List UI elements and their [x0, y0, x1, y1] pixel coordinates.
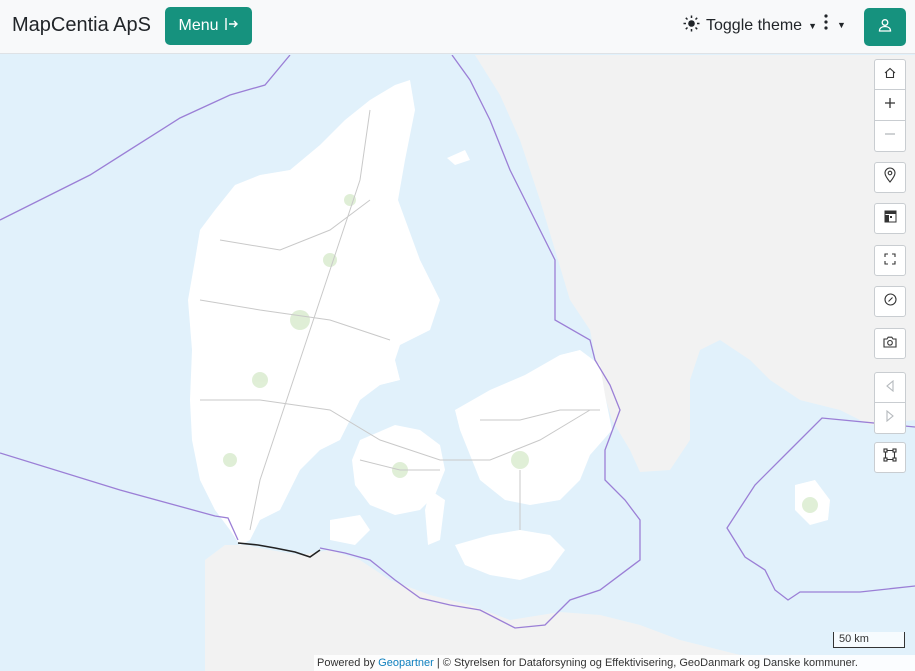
triangle-right-icon: [885, 409, 895, 427]
attribution-prefix: Powered by: [317, 657, 376, 669]
caret-down-icon: ▼: [837, 19, 846, 30]
theme-toggle-label: Toggle theme: [706, 17, 803, 34]
triangle-left-icon: [885, 379, 895, 397]
scale-bar: 50 km: [833, 632, 905, 648]
location-pin-icon: [884, 167, 896, 188]
history-back-button[interactable]: [874, 372, 906, 403]
caret-down-icon: ▼: [808, 21, 817, 31]
history-forward-button[interactable]: [874, 403, 906, 434]
circle-slash-icon: [883, 292, 897, 311]
menu-button[interactable]: Menu: [165, 7, 252, 45]
camera-icon: [883, 335, 897, 353]
kebab-icon: [824, 14, 828, 35]
map-attribution: Powered by Geopartner | © Styrelsen for …: [314, 655, 915, 671]
extent-button[interactable]: [874, 442, 906, 473]
attribution-text: | © Styrelsen for Dataforsyning og Effek…: [433, 657, 858, 669]
menu-button-label: Menu: [178, 17, 219, 34]
person-icon: [878, 18, 892, 37]
locate-button[interactable]: [874, 162, 906, 193]
more-menu-toggle[interactable]: ▼: [824, 14, 846, 35]
brand-title[interactable]: MapCentia ApS: [12, 14, 151, 37]
screenshot-button[interactable]: [874, 328, 906, 359]
user-button[interactable]: [864, 8, 906, 46]
arrow-bar-right-icon: [224, 17, 239, 36]
geopartner-link[interactable]: Geopartner: [378, 657, 434, 669]
home-button[interactable]: [874, 59, 906, 90]
home-icon: [884, 66, 896, 84]
zoom-out-button[interactable]: [874, 121, 906, 152]
sun-icon: [683, 15, 700, 37]
theme-toggle[interactable]: Toggle theme ▼: [683, 15, 817, 37]
clear-button[interactable]: [874, 286, 906, 317]
scale-label: 50 km: [839, 633, 869, 645]
minus-icon: [884, 127, 896, 145]
fullscreen-icon: [884, 252, 896, 270]
box-select-icon: [883, 448, 897, 467]
basemap: [0, 55, 915, 671]
plus-icon: [884, 96, 896, 114]
map-canvas[interactable]: [0, 55, 915, 671]
baselayer-button[interactable]: [874, 203, 906, 234]
zoom-in-button[interactable]: [874, 90, 906, 121]
fullscreen-button[interactable]: [874, 245, 906, 276]
layers-icon: [884, 210, 897, 228]
top-navbar: MapCentia ApS Menu Toggle theme ▼ ▼: [0, 0, 915, 54]
